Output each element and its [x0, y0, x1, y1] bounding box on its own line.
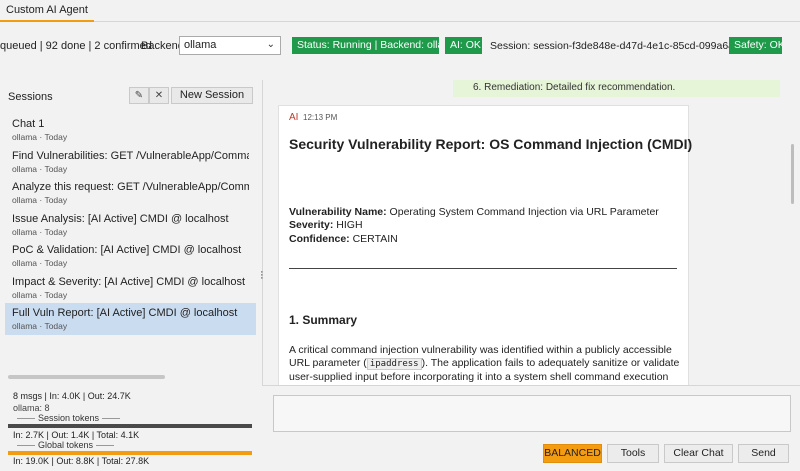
composer-area: BALANCED Tools Clear Chat Send	[262, 385, 800, 471]
backend-select[interactable]: ollama ⌄	[179, 36, 281, 55]
sessions-label: Sessions	[8, 91, 53, 103]
queue-stats: queued | 92 done | 2 confirmed	[0, 40, 152, 52]
session-title: Impact & Severity: [AI Active] CMDI @ lo…	[12, 275, 246, 288]
session-item[interactable]: Analyze this request: GET /VulnerableApp…	[5, 177, 256, 209]
ai-status-badge: AI: OK	[445, 37, 482, 54]
session-meta: ollama · Today	[12, 132, 68, 142]
tools-button[interactable]: Tools	[607, 444, 659, 463]
model-count: ollama: 8	[13, 403, 50, 413]
previous-message: 6. Remediation: Detailed fix recommendat…	[453, 80, 780, 97]
global-tokens-bar	[8, 451, 252, 455]
session-item[interactable]: PoC & Validation: [AI Active] CMDI @ loc…	[5, 240, 256, 272]
session-item[interactable]: Find Vulnerabilities: GET /VulnerableApp…	[5, 146, 256, 178]
section-heading: 1. Summary	[289, 313, 358, 327]
clear-chat-button[interactable]: Clear Chat	[664, 444, 733, 463]
global-tokens-label: Global tokens	[14, 440, 117, 450]
safety-badge: Safety: OK	[729, 37, 782, 54]
chat-area: 6. Remediation: Detailed fix recommendat…	[264, 80, 800, 385]
toolbar: queued | 92 done | 2 confirmed Backend o…	[0, 30, 800, 60]
ai-message: AI 12:13 PM Security Vulnerability Repor…	[278, 105, 693, 385]
tab-custom-ai-agent[interactable]: Custom AI Agent	[0, 0, 94, 22]
balanced-mode-button[interactable]: BALANCED	[543, 444, 602, 463]
session-tokens-bar	[8, 424, 252, 428]
session-item[interactable]: Chat 1 ollama · Today	[5, 114, 256, 146]
inline-code: ipaddress	[366, 358, 422, 371]
chevron-down-icon: ⌄	[266, 39, 275, 50]
field-severity: Severity: HIGH	[289, 219, 363, 231]
global-tokens-value: In: 19.0K | Out: 8.8K | Total: 27.8K	[13, 456, 150, 466]
new-session-button[interactable]: New Session	[171, 87, 253, 104]
session-item-selected[interactable]: Full Vuln Report: [AI Active] CMDI @ loc…	[5, 303, 256, 335]
backend-label: Backend	[141, 40, 184, 52]
session-item[interactable]: Impact & Severity: [AI Active] CMDI @ lo…	[5, 272, 256, 304]
pencil-icon: ✎	[134, 90, 144, 101]
session-meta: ollama · Today	[12, 226, 68, 237]
session-list: Chat 1 ollama · Today Find Vulnerabiliti…	[5, 114, 256, 335]
edit-session-button[interactable]: ✎	[129, 87, 149, 104]
report-title: Security Vulnerability Report: OS Comman…	[289, 136, 693, 152]
status-badge: Status: Running | Backend: ollama	[292, 37, 439, 54]
session-id: Session: session-f3de848e-d47d-4e1c-85cd…	[490, 40, 730, 52]
session-item[interactable]: Issue Analysis: [AI Active] CMDI @ local…	[5, 209, 256, 241]
session-meta: ollama · Today	[12, 289, 68, 300]
session-title: Full Vuln Report: [AI Active] CMDI @ loc…	[12, 307, 238, 319]
send-button[interactable]: Send	[738, 444, 789, 463]
session-stats: 8 msgs | In: 4.0K | Out: 24.7K	[13, 391, 131, 401]
session-title: Analyze this request: GET /VulnerableApp…	[12, 181, 249, 193]
message-time: 12:13 PM	[303, 113, 338, 122]
session-tokens-label: Session tokens	[14, 413, 123, 423]
sessions-panel: Sessions ✎ ✕ New Session Chat 1 ollama ·…	[0, 80, 262, 471]
session-tokens-value: In: 2.7K | Out: 1.4K | Total: 4.1K	[13, 430, 140, 440]
session-list-scrollbar[interactable]	[8, 375, 165, 379]
summary-paragraph: A critical command injection vulnerabili…	[289, 344, 680, 385]
delete-session-button[interactable]: ✕	[149, 87, 169, 104]
tab-strip: Custom AI Agent	[0, 0, 800, 22]
chat-scrollbar[interactable]	[791, 144, 794, 204]
session-title: Find Vulnerabilities: GET /VulnerableApp…	[12, 149, 249, 162]
field-vulnerability-name: Vulnerability Name: Operating System Com…	[289, 206, 659, 218]
session-title: Issue Analysis: [AI Active] CMDI @ local…	[12, 212, 229, 225]
divider	[289, 268, 677, 269]
session-meta: ollama · Today	[12, 321, 68, 331]
backend-select-value: ollama	[184, 39, 217, 51]
session-title: PoC & Validation: [AI Active] CMDI @ loc…	[12, 244, 242, 256]
field-confidence: Confidence: CERTAIN	[289, 233, 398, 245]
panel-splitter[interactable]	[262, 80, 263, 385]
session-meta: ollama · Today	[12, 195, 68, 205]
session-meta: ollama · Today	[12, 163, 68, 174]
session-meta: ollama · Today	[12, 258, 68, 268]
session-title: Chat 1	[12, 118, 45, 130]
message-role: AI	[289, 112, 299, 123]
message-input[interactable]	[273, 395, 791, 432]
close-icon: ✕	[154, 90, 164, 101]
